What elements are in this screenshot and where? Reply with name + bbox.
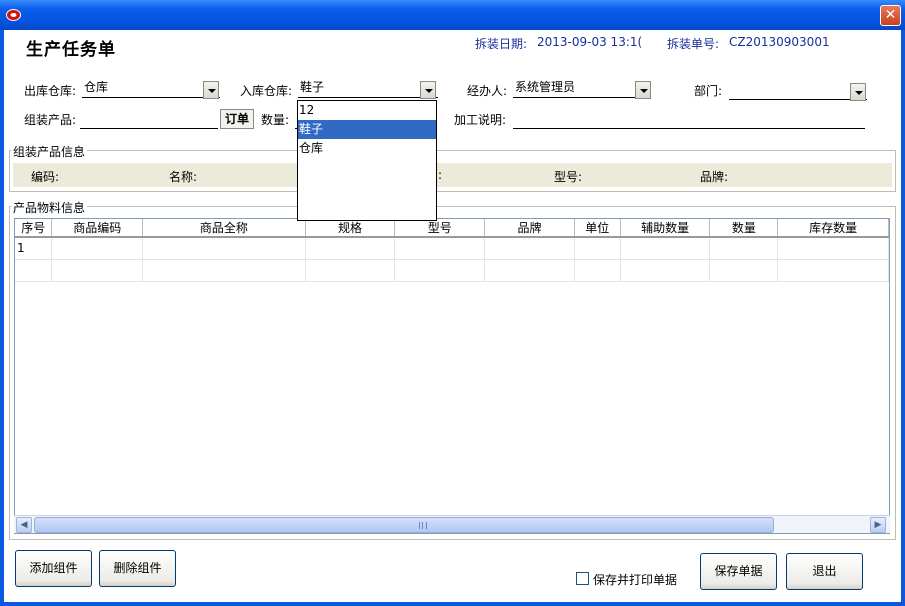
- model-label: 型号:: [554, 170, 583, 184]
- table-cell[interactable]: [709, 237, 779, 260]
- app-window: ✕ 生产任务单 拆装日期: 2013-09-03 13:1( 拆装单号: CZ2…: [0, 0, 905, 606]
- in-warehouse-dropdown-list[interactable]: 12 鞋子 仓库: [297, 100, 437, 221]
- table-cell[interactable]: [777, 259, 889, 282]
- dropdown-option[interactable]: 12: [298, 101, 436, 120]
- table-cell[interactable]: [484, 259, 575, 282]
- column-header[interactable]: 单位: [574, 219, 621, 238]
- table-cell[interactable]: [484, 237, 575, 260]
- client-area: 生产任务单 拆装日期: 2013-09-03 13:1( 拆装单号: CZ201…: [4, 30, 901, 602]
- table-cell[interactable]: [620, 237, 711, 260]
- horizontal-scrollbar[interactable]: ◀ ▶: [14, 515, 890, 533]
- handler-value: 系统管理员: [515, 80, 576, 94]
- hidden-field-label: :: [438, 168, 443, 182]
- column-header[interactable]: 商品编码: [51, 219, 144, 238]
- table-cell[interactable]: [51, 237, 144, 260]
- table-cell[interactable]: [574, 259, 621, 282]
- page-title: 生产任务单: [26, 40, 116, 60]
- save-print-checkbox[interactable]: [576, 572, 589, 585]
- materials-title: 产品物料信息: [11, 199, 88, 216]
- date-label: 拆装日期:: [475, 37, 528, 51]
- department-select[interactable]: [729, 80, 867, 100]
- table-cell[interactable]: [620, 259, 711, 282]
- table-cell[interactable]: [15, 259, 53, 282]
- table-cell[interactable]: [305, 237, 396, 260]
- table-cell[interactable]: [305, 259, 396, 282]
- dropdown-option-selected[interactable]: 鞋子: [298, 120, 436, 139]
- brand-label: 品牌:: [700, 170, 729, 184]
- close-button[interactable]: ✕: [880, 5, 901, 26]
- department-label: 部门:: [694, 84, 723, 98]
- save-print-label[interactable]: 保存并打印单据: [593, 571, 677, 588]
- table-cell[interactable]: [574, 237, 621, 260]
- save-button[interactable]: 保存单据: [700, 553, 777, 590]
- column-header[interactable]: 库存数量: [777, 219, 889, 238]
- grip-icon: [419, 522, 427, 529]
- out-warehouse-label: 出库仓库:: [24, 84, 77, 98]
- date-value: 2013-09-03 13:1(: [537, 35, 643, 49]
- order-number-label: 拆装单号:: [667, 37, 720, 51]
- in-warehouse-select[interactable]: 鞋子: [298, 78, 438, 98]
- table-row[interactable]: [15, 259, 889, 282]
- scroll-right-arrow-icon[interactable]: ▶: [870, 517, 886, 533]
- app-logo-icon: [6, 9, 21, 21]
- scrollbar-thumb[interactable]: [34, 517, 774, 533]
- column-header[interactable]: 品牌: [484, 219, 575, 238]
- assembly-info-band: 编码: 名称: : 型号: 品牌:: [13, 163, 892, 187]
- assembly-info-group: 组装产品信息 编码: 名称: : 型号: 品牌:: [9, 143, 896, 192]
- in-warehouse-dropdown-button[interactable]: [420, 81, 436, 99]
- out-warehouse-value: 仓库: [84, 80, 109, 94]
- scroll-left-arrow-icon[interactable]: ◀: [16, 517, 32, 533]
- handler-label: 经办人:: [467, 84, 508, 98]
- column-header[interactable]: 型号: [394, 219, 486, 238]
- table-cell[interactable]: 1: [15, 237, 53, 260]
- table-cell[interactable]: [777, 237, 889, 260]
- table-cell[interactable]: [394, 259, 486, 282]
- table-row[interactable]: 1: [15, 237, 889, 260]
- dropdown-option[interactable]: 仓库: [298, 139, 436, 158]
- column-header[interactable]: 商品全称: [142, 219, 306, 238]
- table-header-row: 序号 商品编码 商品全称 规格 型号 品牌 单位 辅助数量 数量 库存数量: [15, 219, 889, 238]
- out-warehouse-dropdown-button[interactable]: [203, 81, 219, 99]
- column-header[interactable]: 辅助数量: [620, 219, 711, 238]
- name-label: 名称:: [169, 170, 198, 184]
- quantity-label: 数量:: [261, 113, 290, 127]
- assembly-product-label: 组装产品:: [24, 113, 77, 127]
- exit-button[interactable]: 退出: [786, 553, 863, 590]
- out-warehouse-select[interactable]: 仓库: [82, 78, 220, 98]
- column-header[interactable]: 规格: [305, 219, 396, 238]
- table-cell[interactable]: [51, 259, 144, 282]
- process-note-label: 加工说明:: [454, 113, 507, 127]
- handler-dropdown-button[interactable]: [635, 81, 651, 99]
- code-label: 编码:: [31, 170, 60, 184]
- column-header[interactable]: 序号: [15, 219, 53, 238]
- materials-grid[interactable]: 序号 商品编码 商品全称 规格 型号 品牌 单位 辅助数量 数量 库存数量 1: [14, 218, 890, 534]
- table-cell[interactable]: [142, 259, 306, 282]
- handler-select[interactable]: 系统管理员: [513, 78, 651, 98]
- materials-table: 序号 商品编码 商品全称 规格 型号 品牌 单位 辅助数量 数量 库存数量 1: [15, 219, 889, 282]
- order-button[interactable]: 订单: [220, 109, 254, 129]
- title-bar[interactable]: ✕: [0, 0, 905, 30]
- column-header[interactable]: 数量: [709, 219, 779, 238]
- table-cell[interactable]: [142, 237, 306, 260]
- in-warehouse-value: 鞋子: [300, 80, 325, 94]
- table-cell[interactable]: [709, 259, 779, 282]
- in-warehouse-label: 入库仓库:: [240, 84, 293, 98]
- process-note-input[interactable]: [513, 109, 865, 129]
- assembly-product-input[interactable]: [80, 109, 218, 129]
- order-number-value: CZ20130903001: [729, 35, 830, 49]
- table-cell[interactable]: [394, 237, 486, 260]
- add-component-button[interactable]: 添加组件: [15, 550, 92, 587]
- delete-component-button[interactable]: 删除组件: [99, 550, 176, 587]
- department-dropdown-button[interactable]: [850, 83, 866, 101]
- assembly-info-title: 组装产品信息: [11, 143, 88, 160]
